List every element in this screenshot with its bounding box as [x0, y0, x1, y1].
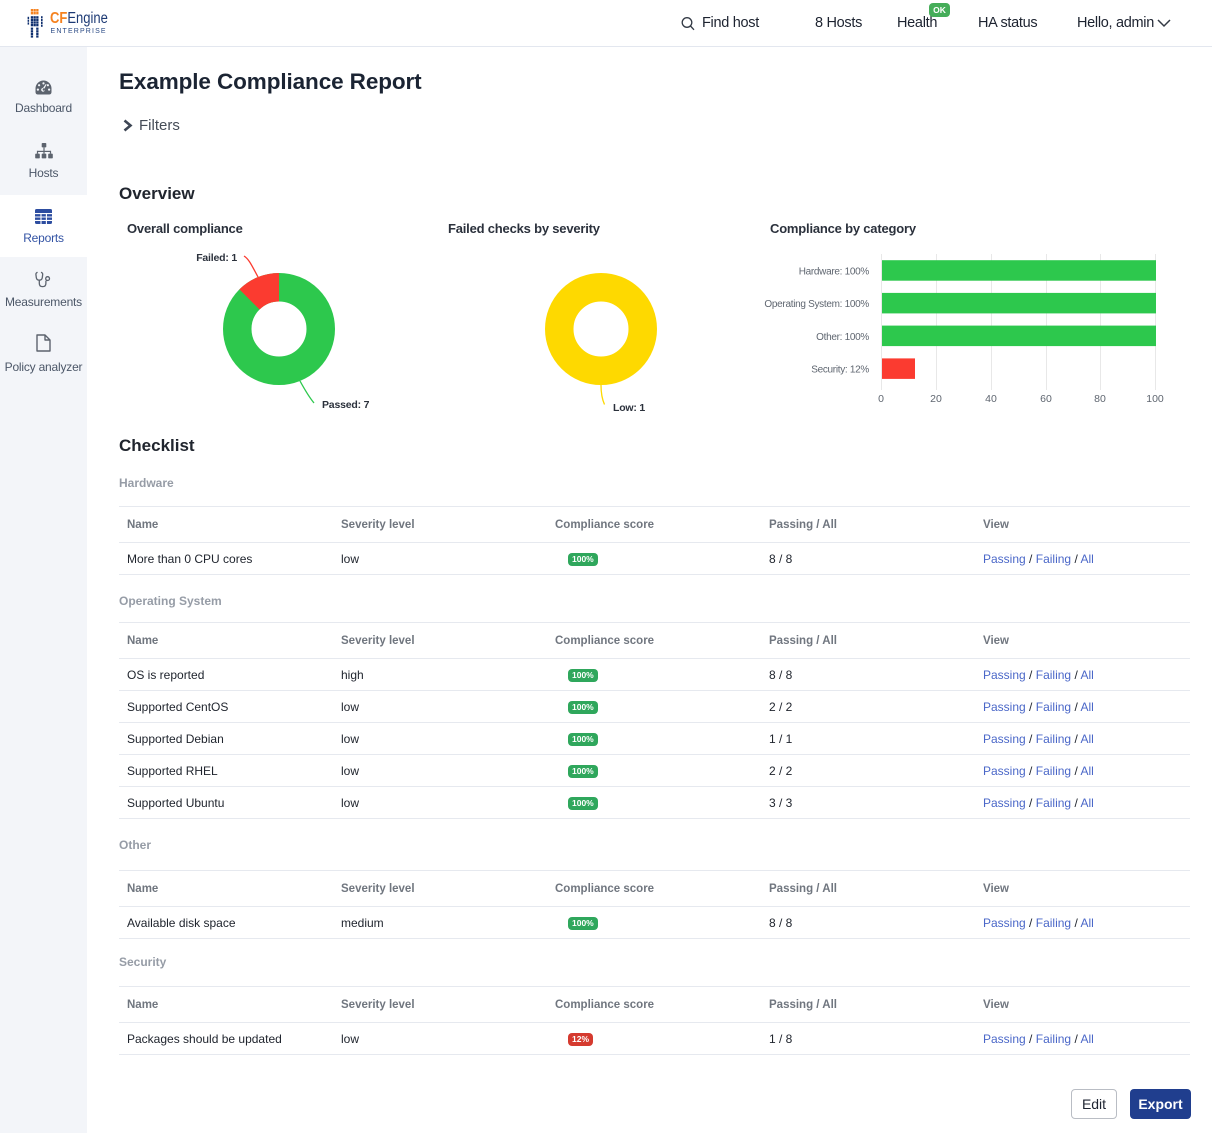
svg-text:40: 40 [985, 393, 997, 405]
svg-text:100: 100 [1146, 393, 1164, 405]
svg-text:Low: 1: Low: 1 [613, 402, 645, 414]
svg-text:20: 20 [930, 393, 942, 405]
svg-text:Hardware: 100%: Hardware: 100% [799, 267, 870, 278]
svg-text:0: 0 [878, 393, 884, 405]
svg-text:Operating System: 100%: Operating System: 100% [764, 299, 869, 310]
svg-text:Security: 12%: Security: 12% [811, 365, 869, 376]
svg-text:Other: 100%: Other: 100% [816, 332, 869, 343]
svg-text:60: 60 [1040, 393, 1052, 405]
svg-text:Passed: 7: Passed: 7 [322, 399, 370, 411]
svg-text:80: 80 [1094, 393, 1106, 405]
svg-text:Failed: 1: Failed: 1 [196, 252, 237, 264]
